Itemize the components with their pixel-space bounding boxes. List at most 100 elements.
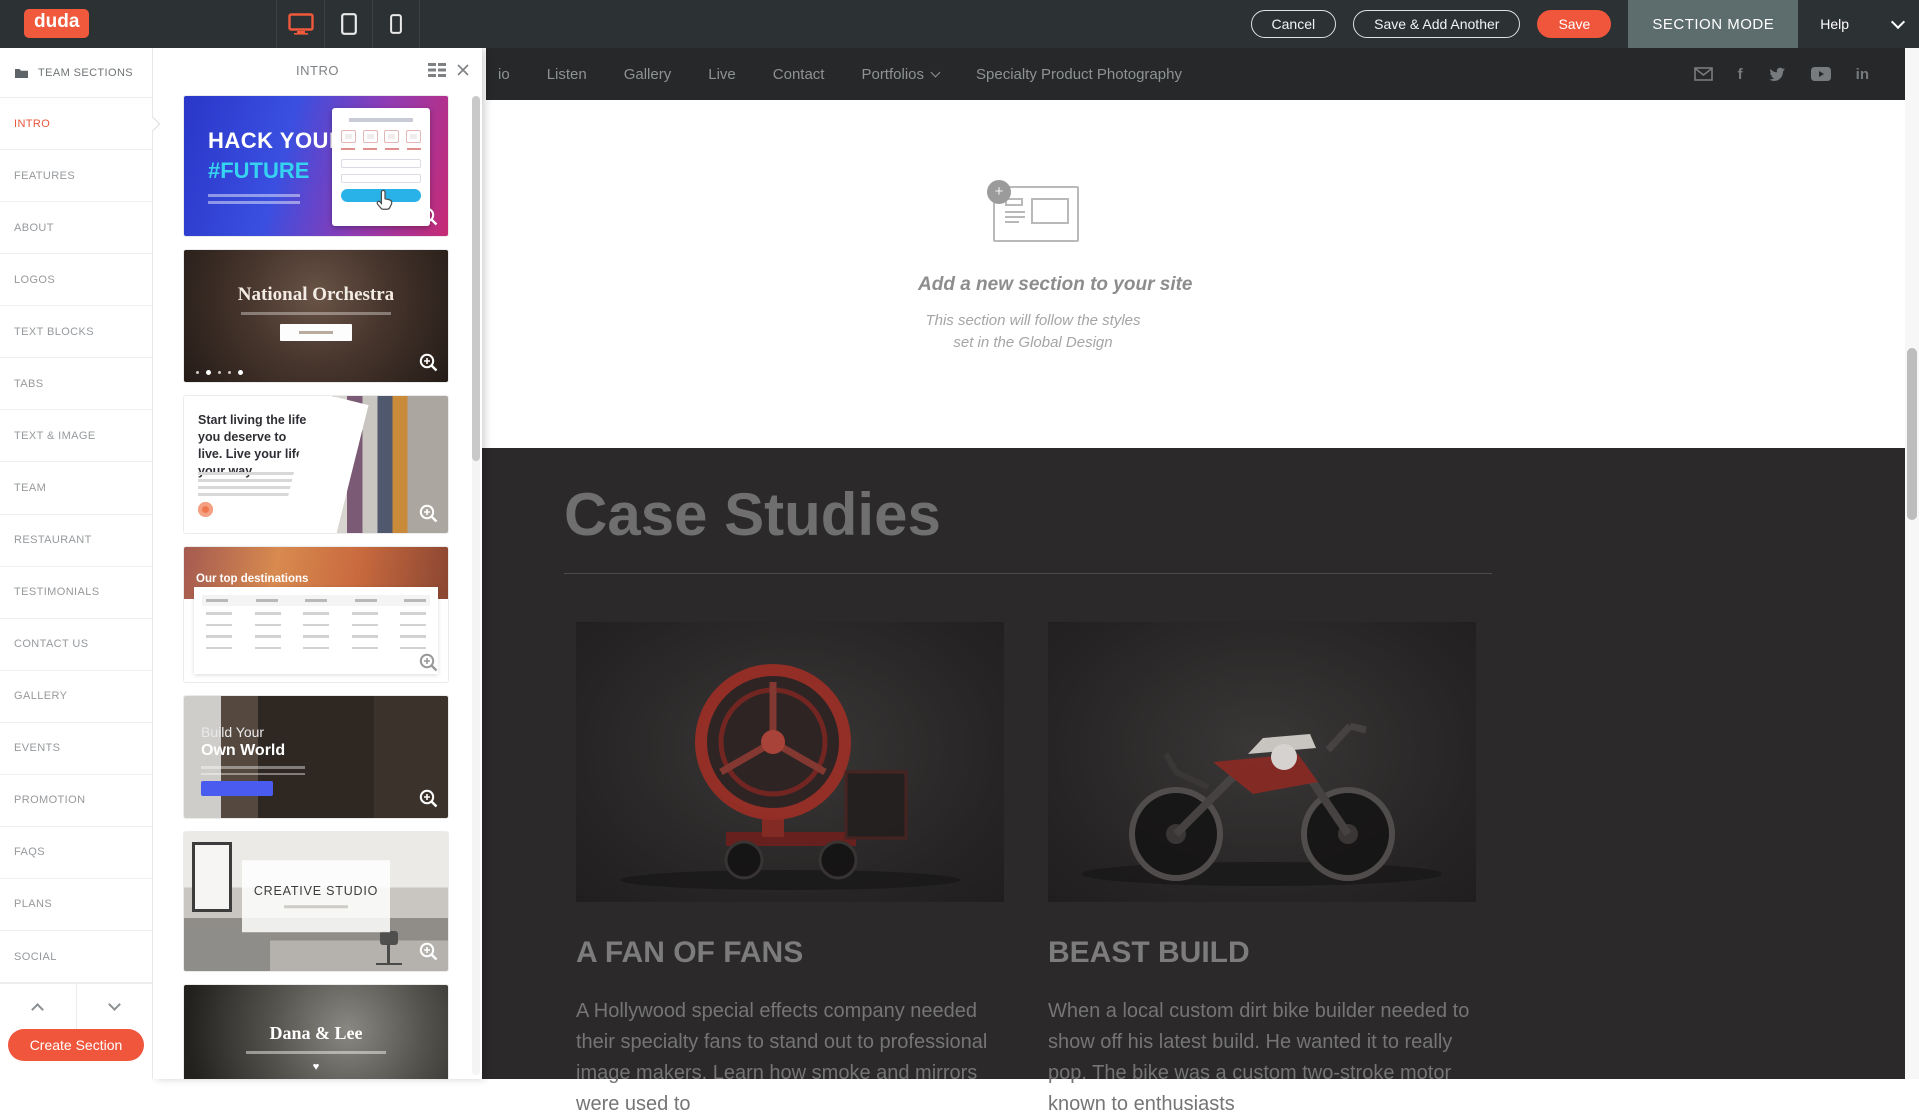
sidebar-item-restaurant[interactable]: RESTAURANT <box>0 515 152 567</box>
empty-section-zone: + Add a new section to your site This se… <box>480 100 1905 448</box>
page-scrollbar-thumb[interactable] <box>1907 348 1917 520</box>
save-add-another-button[interactable]: Save & Add Another <box>1353 10 1520 38</box>
sidebar-item-tabs[interactable]: TABS <box>0 358 152 410</box>
tablet-view-button[interactable] <box>324 0 372 48</box>
sidebar-item-logos[interactable]: LOGOS <box>0 254 152 306</box>
template-thumbnail-dana-and-lee[interactable]: Dana & Lee ♥ <box>184 985 448 1079</box>
sidebar-item-label: LOGOS <box>14 274 55 286</box>
case-study-card-fan: A FAN OF FANS A Hollywood special effect… <box>576 622 1004 1120</box>
sidebar-item-features[interactable]: FEATURES <box>0 150 152 202</box>
youtube-icon[interactable] <box>1811 67 1831 81</box>
template-thumbnail-national-orchestra[interactable]: National Orchestra <box>184 250 448 382</box>
template-thumbnail-creative-studio[interactable]: CREATIVE STUDIO <box>184 832 448 971</box>
site-nav-item-gallery[interactable]: Gallery <box>624 66 672 83</box>
sidebar-header: TEAM SECTIONS <box>0 48 152 98</box>
studio-card: CREATIVE STUDIO <box>242 860 390 932</box>
site-nav-item[interactable]: io <box>498 66 510 83</box>
add-section-placeholder[interactable]: + Add a new section to your site This se… <box>918 180 1148 354</box>
sidebar-item-gallery[interactable]: GALLERY <box>0 671 152 723</box>
panel-title: INTRO <box>296 63 339 78</box>
decor-couch <box>184 925 270 971</box>
subtitle-line: set in the Global Design <box>918 332 1148 354</box>
sidebar-item-intro[interactable]: INTRO <box>0 98 152 150</box>
zoom-in-icon[interactable] <box>418 788 440 810</box>
sidebar-item-about[interactable]: ABOUT <box>0 202 152 254</box>
site-nav-item-specialty[interactable]: Specialty Product Photography <box>976 66 1182 83</box>
sidebar-item-contact-us[interactable]: CONTACT US <box>0 619 152 671</box>
grid-view-icon[interactable] <box>428 63 446 77</box>
panel-scrollbar-thumb[interactable] <box>472 96 480 461</box>
template-thumbnail-top-destinations[interactable]: Our top destinations <box>184 547 448 682</box>
site-nav-item-portfolios[interactable]: Portfolios <box>861 66 939 83</box>
zoom-in-icon[interactable] <box>418 206 440 228</box>
email-icon[interactable] <box>1694 67 1713 81</box>
thumbnail-subtitle: #FUTURE <box>208 158 309 184</box>
sidebar-item-plans[interactable]: PLANS <box>0 879 152 931</box>
twitter-icon[interactable] <box>1768 67 1786 82</box>
cancel-button[interactable]: Cancel <box>1251 10 1337 38</box>
sidebar-item-label: EVENTS <box>14 742 60 754</box>
site-nav-item-listen[interactable]: Listen <box>547 66 587 83</box>
mobile-view-button[interactable] <box>372 0 420 48</box>
facebook-icon[interactable]: f <box>1738 66 1743 83</box>
decor-window <box>192 842 232 912</box>
carousel-dots <box>196 370 243 375</box>
section-mode-badge: SECTION MODE <box>1628 0 1798 48</box>
sidebar-item-label: PLANS <box>14 898 52 910</box>
save-button[interactable]: Save <box>1537 10 1611 38</box>
nav-label: Gallery <box>624 66 672 83</box>
zoom-in-icon[interactable] <box>418 652 440 674</box>
sidebar-item-label: TEXT & IMAGE <box>14 430 96 442</box>
create-section-button[interactable]: Create Section <box>8 1029 145 1061</box>
sidebar-item-text-blocks[interactable]: TEXT BLOCKS <box>0 306 152 358</box>
scroll-down-button[interactable] <box>77 984 153 1029</box>
case-studies-heading: Case Studies <box>564 480 1905 549</box>
close-icon[interactable] <box>456 63 470 77</box>
nav-label: Portfolios <box>861 66 924 83</box>
sidebar-item-faqs[interactable]: FAQS <box>0 827 152 879</box>
panel-scrollbar[interactable] <box>472 96 480 1075</box>
sidebar-item-events[interactable]: EVENTS <box>0 723 152 775</box>
chevron-down-icon <box>931 68 941 78</box>
zoom-in-icon[interactable] <box>418 503 440 525</box>
template-thumbnail-start-living[interactable]: Start living the life you deserve to liv… <box>184 396 448 533</box>
duda-logo: duda <box>24 9 89 38</box>
nav-label: Specialty Product Photography <box>976 66 1182 83</box>
site-nav-item-live[interactable]: Live <box>708 66 736 83</box>
sidebar-item-team[interactable]: TEAM <box>0 462 152 514</box>
template-thumbnail-hack-your-future[interactable]: HACK YOUR #FUTURE <box>184 96 448 236</box>
sidebar-header-label: TEAM SECTIONS <box>38 67 133 79</box>
top-bar-actions: Cancel Save & Add Another Save SECTION M… <box>1251 0 1919 48</box>
case-study-body: A Hollywood special effects company need… <box>576 996 1004 1120</box>
section-divider <box>564 573 1492 574</box>
scroll-up-button[interactable] <box>0 984 77 1029</box>
desktop-view-button[interactable] <box>276 0 324 48</box>
case-study-image-fan-machine <box>576 622 1004 902</box>
sidebar-item-text-image[interactable]: TEXT & IMAGE <box>0 410 152 462</box>
sidebar-item-list: INTRO FEATURES ABOUT LOGOS TEXT BLOCKS T… <box>0 98 152 983</box>
chevron-up-icon <box>31 1003 44 1016</box>
zoom-in-icon[interactable] <box>418 352 440 374</box>
linkedin-icon[interactable]: in <box>1856 66 1869 83</box>
sidebar-item-label: PROMOTION <box>14 794 85 806</box>
sidebar-item-testimonials[interactable]: TESTIMONIALS <box>0 567 152 619</box>
add-section-title: Add a new section to your site <box>918 274 1148 296</box>
sidebar-item-label: INTRO <box>14 118 50 130</box>
desktop-icon <box>288 13 314 35</box>
tablet-icon <box>341 13 357 35</box>
nav-label: Contact <box>773 66 825 83</box>
sidebar-item-promotion[interactable]: PROMOTION <box>0 775 152 827</box>
page-scrollbar[interactable] <box>1905 48 1919 1079</box>
sidebar-item-label: FAQS <box>14 846 45 858</box>
template-thumbnail-build-your-own-world[interactable]: Build Your Own World <box>184 696 448 818</box>
device-switcher <box>276 0 420 48</box>
thumbnail-title: Dana & Lee <box>184 1023 448 1044</box>
plus-icon: + <box>987 180 1011 204</box>
site-nav-item-contact[interactable]: Contact <box>773 66 825 83</box>
sidebar-item-social[interactable]: SOCIAL <box>0 931 152 983</box>
site-preview-canvas: io Listen Gallery Live Contact Portfolio… <box>480 48 1919 1079</box>
help-menu[interactable]: Help <box>1798 16 1919 32</box>
zoom-in-icon[interactable] <box>418 941 440 963</box>
destinations-table <box>194 587 438 674</box>
panel-header: INTRO <box>153 48 482 92</box>
